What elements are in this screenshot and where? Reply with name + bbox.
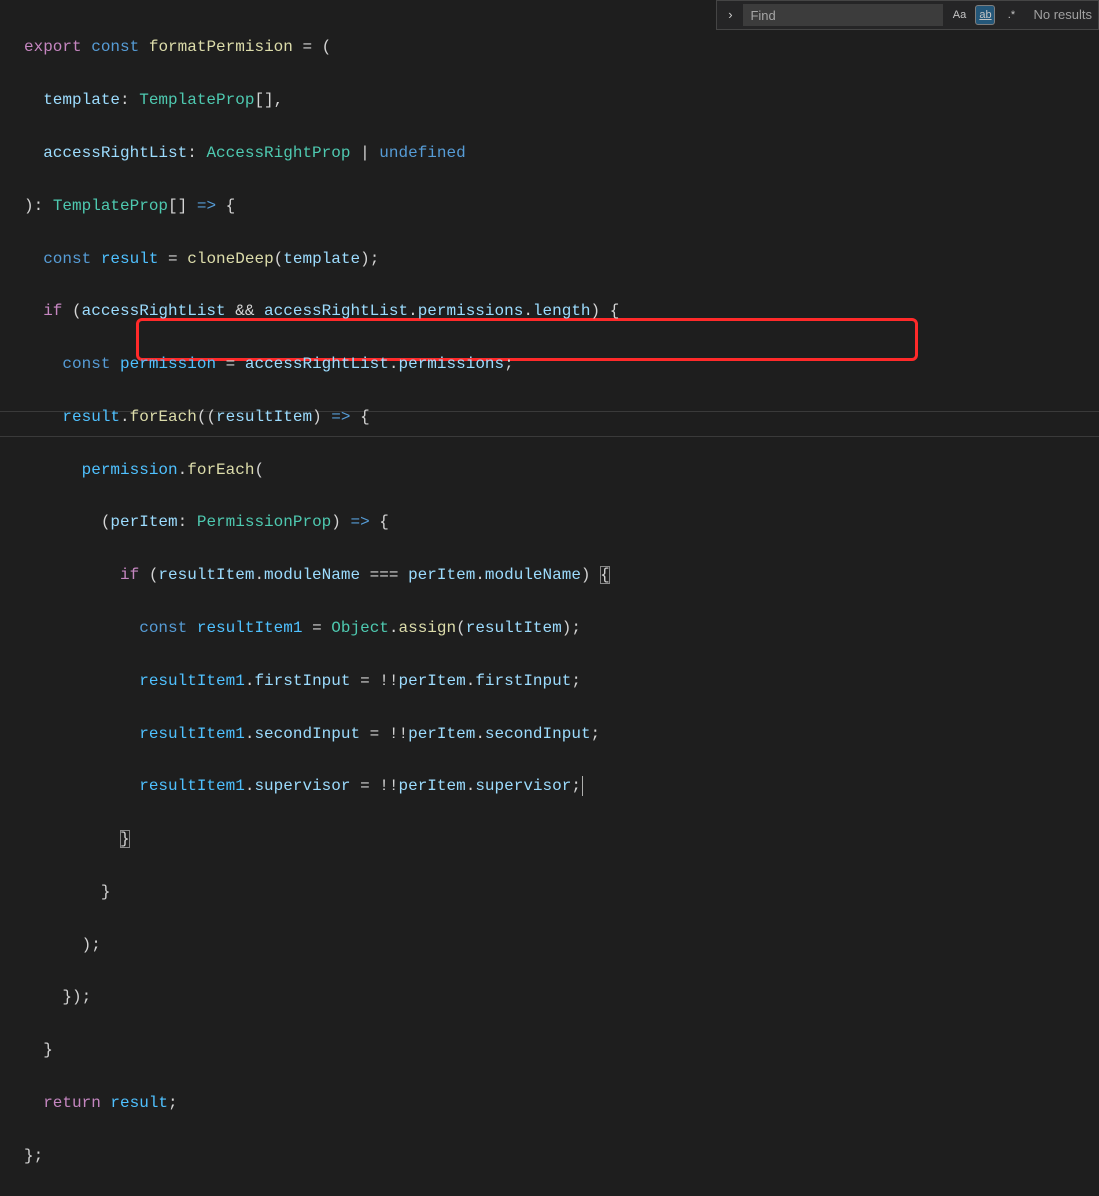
code-line: template: TemplateProp[],: [24, 87, 1099, 113]
code-line: if (accessRightList && accessRightList.p…: [24, 298, 1099, 324]
code-line: }: [24, 879, 1099, 905]
code-line: const permission = accessRightList.permi…: [24, 351, 1099, 377]
code-line: }: [24, 1037, 1099, 1063]
code-line: result.forEach((resultItem) => {: [24, 404, 1099, 430]
code-line: resultItem1.supervisor = !!perItem.super…: [24, 773, 1099, 799]
code-line: return result;: [24, 1090, 1099, 1116]
code-line: resultItem1.firstInput = !!perItem.first…: [24, 668, 1099, 694]
code-line: });: [24, 984, 1099, 1010]
code-line: accessRightList: AccessRightProp | undef…: [24, 140, 1099, 166]
code-line: }: [24, 826, 1099, 852]
code-line: const resultItem1 = Object.assign(result…: [24, 615, 1099, 641]
code-line: const result = cloneDeep(template);: [24, 246, 1099, 272]
text-cursor: [582, 776, 583, 796]
code-line: resultItem1.secondInput = !!perItem.seco…: [24, 721, 1099, 747]
code-line: (perItem: PermissionProp) => {: [24, 509, 1099, 535]
code-line: export const formatPermision = (: [24, 34, 1099, 60]
code-line: permission.forEach(: [24, 457, 1099, 483]
code-line: );: [24, 932, 1099, 958]
code-line: if (resultItem.moduleName === perItem.mo…: [24, 562, 1099, 588]
code-editor[interactable]: export const formatPermision = ( templat…: [0, 0, 1099, 1196]
code-line: ): TemplateProp[] => {: [24, 193, 1099, 219]
code-line: };: [24, 1143, 1099, 1169]
